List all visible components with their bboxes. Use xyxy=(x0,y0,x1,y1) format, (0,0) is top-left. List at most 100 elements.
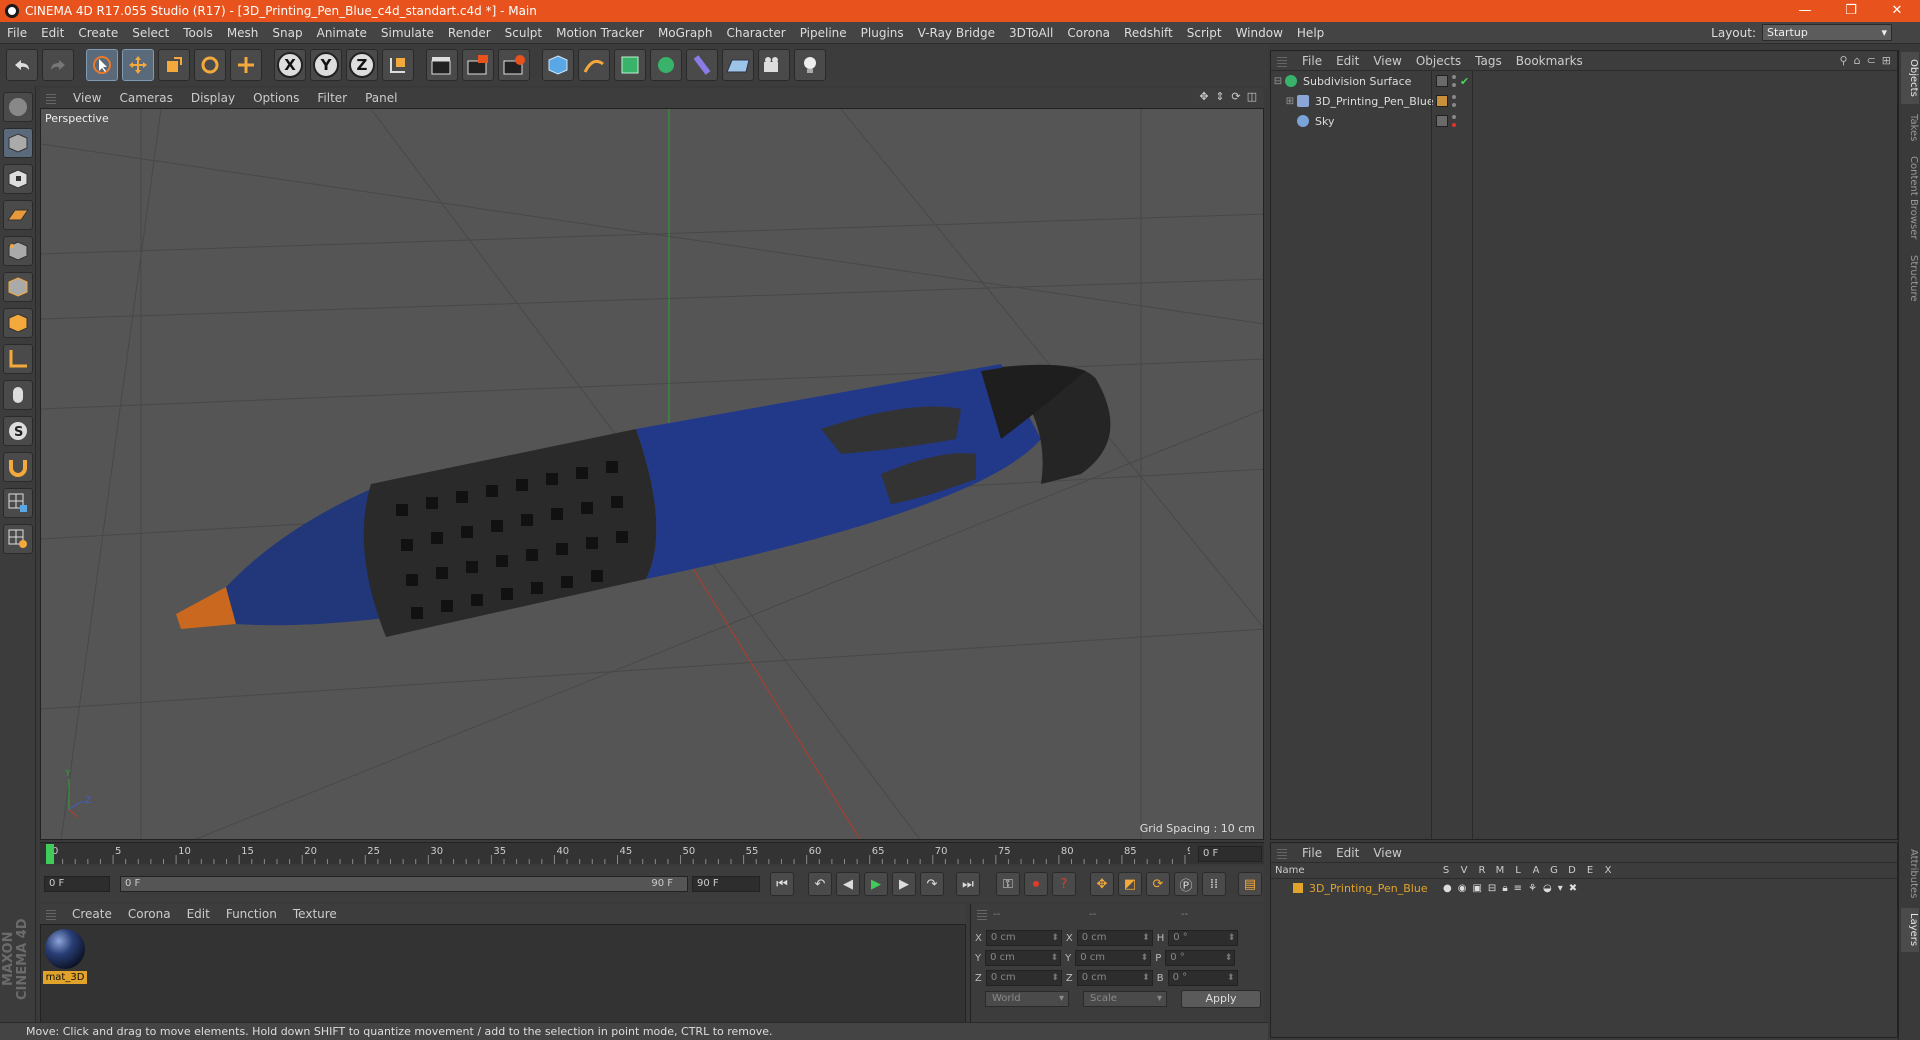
material-menu-corona[interactable]: Corona xyxy=(120,907,179,921)
move-tool-button[interactable] xyxy=(122,49,154,81)
objects-menu-tags[interactable]: Tags xyxy=(1468,54,1509,68)
panel-grip-icon[interactable] xyxy=(1277,846,1287,859)
tab-attributes[interactable]: Attributes xyxy=(1901,844,1919,904)
undo-button[interactable] xyxy=(6,49,38,81)
rotation-b-field[interactable]: 0 ° xyxy=(1167,970,1238,986)
render-to-picture-viewer-button[interactable] xyxy=(462,49,494,81)
visible-toggle-icon[interactable]: ◉ xyxy=(1458,883,1467,894)
lock-toggle-icon[interactable]: 🔒︎ xyxy=(1502,883,1507,894)
pen-spline-button[interactable] xyxy=(578,49,610,81)
redo-button[interactable] xyxy=(42,49,74,81)
playhead-marker[interactable] xyxy=(46,844,54,864)
material-menu-create[interactable]: Create xyxy=(64,907,120,921)
go-to-end-button[interactable]: ⏭ xyxy=(956,872,980,896)
rotate-tool-button[interactable] xyxy=(194,49,226,81)
panel-grip-icon[interactable] xyxy=(46,92,56,104)
object-row-subdivision-surface[interactable]: ⊟ Subdivision Surface ✔ xyxy=(1271,71,1897,91)
next-key-button[interactable]: ↷ xyxy=(920,872,944,896)
points-mode-button[interactable] xyxy=(3,236,33,266)
render-toggle-icon[interactable]: ▣ xyxy=(1472,883,1481,894)
perspective-viewport[interactable]: Y Z Perspective Grid Spacing : 10 cm xyxy=(40,108,1264,840)
floor-object-button[interactable] xyxy=(722,49,754,81)
tweak-mode-button[interactable] xyxy=(3,380,33,410)
animation-toggle-icon[interactable]: ≡ xyxy=(1514,883,1522,894)
timeline-ruler[interactable]: 051015202530354045505560657075808590 0 F xyxy=(40,842,1264,864)
menu-select[interactable]: Select xyxy=(125,26,176,40)
layer-row[interactable]: 3D_Printing_Pen_Blue ● ◉ ▣ ⊟ 🔒︎ ≡ ⚘ ◒ ▾ … xyxy=(1271,879,1897,897)
menu-plugins[interactable]: Plugins xyxy=(854,26,911,40)
play-button[interactable]: ▶ xyxy=(864,872,888,896)
coordinate-system-button[interactable] xyxy=(382,49,414,81)
objects-menu-view[interactable]: View xyxy=(1366,54,1408,68)
key-scale-button[interactable]: ◩ xyxy=(1118,872,1142,896)
viewport-menu-panel[interactable]: Panel xyxy=(356,91,406,105)
menu-edit[interactable]: Edit xyxy=(34,26,71,40)
rotation-h-field[interactable]: 0 ° xyxy=(1168,930,1239,946)
menu-animate[interactable]: Animate xyxy=(310,26,374,40)
layer-color-swatch[interactable] xyxy=(1293,883,1303,893)
menu-corona[interactable]: Corona xyxy=(1060,26,1117,40)
tag-icon[interactable] xyxy=(1436,75,1448,87)
objects-menu-file[interactable]: File xyxy=(1295,54,1329,68)
scale-tool-button[interactable] xyxy=(158,49,190,81)
cube-object-button[interactable] xyxy=(542,49,574,81)
layer-color-icon[interactable] xyxy=(1436,95,1448,107)
workplane-mode-button[interactable] xyxy=(3,200,33,230)
objects-menu-bookmarks[interactable]: Bookmarks xyxy=(1509,54,1590,68)
home-icon[interactable]: ⌂ xyxy=(1854,54,1861,67)
model-mode-button[interactable] xyxy=(3,128,33,158)
link-icon[interactable]: ⊂ xyxy=(1867,54,1876,67)
workplane-lock-button[interactable] xyxy=(3,488,33,518)
menu-snap[interactable]: Snap xyxy=(265,26,309,40)
viewport-menu-options[interactable]: Options xyxy=(244,91,308,105)
objects-menu-objects[interactable]: Objects xyxy=(1409,54,1468,68)
subdivision-surface-button[interactable] xyxy=(614,49,646,81)
start-frame-field[interactable]: 0 F xyxy=(44,876,110,892)
workplane-snap-button[interactable] xyxy=(3,524,33,554)
panel-grip-icon[interactable] xyxy=(46,908,56,920)
menu-sculpt[interactable]: Sculpt xyxy=(498,26,549,40)
menu-create[interactable]: Create xyxy=(71,26,125,40)
manager-toggle-icon[interactable]: ⊟ xyxy=(1488,883,1496,894)
object-row-3d-printing-pen-blue[interactable]: ⊞ 3D_Printing_Pen_Blue xyxy=(1271,91,1897,111)
menu-vray-bridge[interactable]: V-Ray Bridge xyxy=(911,26,1002,40)
menu-motion-tracker[interactable]: Motion Tracker xyxy=(549,26,651,40)
expand-icon[interactable]: ⊞ xyxy=(1283,96,1297,107)
light-object-button[interactable] xyxy=(794,49,826,81)
key-parameter-button[interactable]: Ⓟ xyxy=(1174,872,1198,896)
restore-button[interactable]: ❐ xyxy=(1828,0,1874,22)
coordinate-mode-dropdown[interactable]: World xyxy=(985,991,1069,1007)
object-row-sky[interactable]: Sky xyxy=(1271,111,1897,131)
magnet-button[interactable] xyxy=(3,452,33,482)
tab-takes[interactable]: Takes xyxy=(1901,108,1919,148)
tab-structure[interactable]: Structure xyxy=(1901,250,1919,306)
rotation-p-field[interactable]: 0 ° xyxy=(1165,950,1236,966)
layout-select[interactable]: Startup xyxy=(1762,24,1892,41)
objects-menu-edit[interactable]: Edit xyxy=(1329,54,1366,68)
mograph-cloner-button[interactable] xyxy=(650,49,682,81)
key-pla-button[interactable]: ⁞⁞ xyxy=(1202,872,1226,896)
key-rotation-button[interactable]: ⟳ xyxy=(1146,872,1170,896)
menu-character[interactable]: Character xyxy=(719,26,792,40)
menu-3dtoall[interactable]: 3DToAll xyxy=(1002,26,1060,40)
collapse-icon[interactable]: ⊟ xyxy=(1271,76,1285,87)
xref-toggle-icon[interactable]: ✖ xyxy=(1569,883,1577,894)
material-menu-texture[interactable]: Texture xyxy=(285,907,345,921)
tag-icon[interactable] xyxy=(1436,115,1448,127)
enabled-check-icon[interactable]: ✔ xyxy=(1460,75,1469,88)
layers-menu-edit[interactable]: Edit xyxy=(1329,846,1366,860)
camera-object-button[interactable] xyxy=(758,49,790,81)
position-y-field[interactable]: 0 cm xyxy=(985,950,1062,966)
viewport-menu-cameras[interactable]: Cameras xyxy=(110,91,181,105)
texture-mode-button[interactable] xyxy=(3,164,33,194)
previous-frame-button[interactable]: ◀ xyxy=(836,872,860,896)
edges-mode-button[interactable] xyxy=(3,272,33,302)
make-editable-button[interactable] xyxy=(3,92,33,122)
menu-mesh[interactable]: Mesh xyxy=(220,26,266,40)
axis-mode-button[interactable] xyxy=(3,344,33,374)
end-frame-field[interactable]: 90 F xyxy=(692,876,760,892)
expression-toggle-icon[interactable]: ▾ xyxy=(1558,883,1563,894)
apply-button[interactable]: Apply xyxy=(1181,990,1261,1008)
new-panel-icon[interactable]: ⊞ xyxy=(1882,54,1891,67)
snap-button[interactable]: S xyxy=(3,416,33,446)
